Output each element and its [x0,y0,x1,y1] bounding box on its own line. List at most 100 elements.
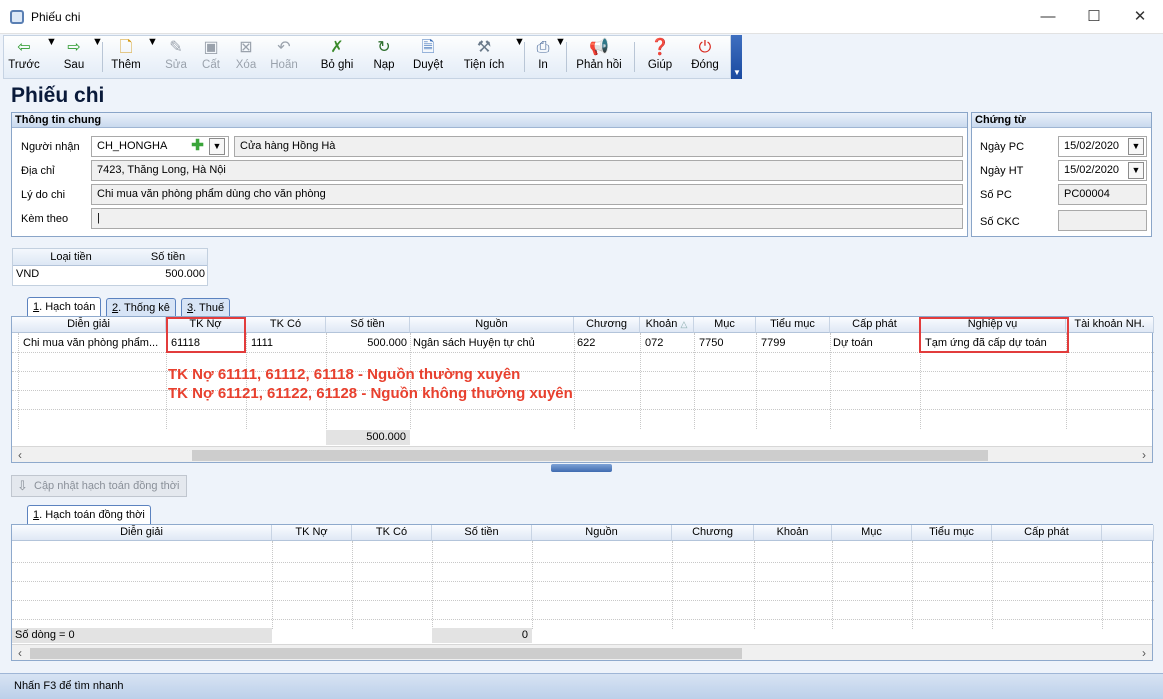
undo-button[interactable]: ↶ Hoãn [266,36,302,78]
col-credit-account[interactable]: TK Có [246,317,326,333]
currency-type-cell[interactable]: VND [16,266,126,282]
reason-field[interactable]: Chi mua văn phòng phẩm dùng cho văn phòn… [91,184,963,205]
cell-amount[interactable]: 500.000 [328,334,410,352]
feedback-button[interactable]: 📢 Phản hồi [574,36,624,78]
prev-dropdown-icon[interactable]: ▼ [46,36,57,78]
cell-description[interactable]: Chi mua văn phòng phẩm... [20,334,166,352]
floppy-icon: ▣ [203,39,219,56]
load-button[interactable]: ↻ Nạp [368,36,400,78]
col-credit-account[interactable]: TK Có [352,525,432,541]
ckc-no-field[interactable] [1058,210,1147,231]
undo-icon: ↶ [277,39,291,56]
general-info-panel: Thông tin chung Người nhận CH_HONGHA ✚ ▼… [11,112,968,237]
arrow-down-icon: ⇩ [17,478,28,493]
cell-section[interactable]: 7750 [696,334,756,352]
col-allocation[interactable]: Cấp phát [830,317,920,333]
tab-concurrent-accounting[interactable]: 1. Hạch toán đồng thời [27,505,151,525]
recipient-name-field[interactable]: Cửa hàng Hồng Hà [234,136,963,157]
scroll-left-icon[interactable]: ‹ [12,447,28,463]
col-description[interactable]: Diễn giải [12,525,272,541]
print-dropdown-icon[interactable]: ▼ [555,36,566,78]
cell-allocation[interactable]: Dự toán [830,334,920,352]
col-source[interactable]: Nguồn [532,525,672,541]
col-source[interactable]: Nguồn [410,317,574,333]
chevron-down-icon: ▼ [1131,165,1141,175]
minimize-button[interactable]: — [1025,0,1071,34]
col-item[interactable]: Khoản [754,525,832,541]
address-field[interactable]: 7423, Thăng Long, Hà Nội [91,160,963,181]
add-button[interactable]: 🗋 Thêm [108,36,144,78]
add-recipient-button[interactable]: ✚ [189,138,206,155]
col-section[interactable]: Mục [832,525,912,541]
annotation-line-1: TK Nợ 61111, 61112, 61118 - Nguồn thường… [168,366,521,383]
col-subsection[interactable]: Tiểu mục [756,317,830,333]
col-chapter[interactable]: Chương [672,525,754,541]
edit-document-icon: ✎ [169,39,183,56]
window-title: Phiếu chi [31,10,81,24]
approve-button[interactable]: 🗎 Duyệt [408,36,448,78]
tab-tax[interactable]: 3. Thuế [181,298,231,317]
col-description[interactable]: Diễn giải [12,317,166,333]
close-button[interactable]: ⏻ Đóng [688,36,722,78]
concurrent-hscrollbar[interactable]: ‹ › [12,644,1152,660]
edit-button[interactable]: ✎ Sửa [160,36,192,78]
sort-icon: △ [680,319,688,329]
ht-date-dropdown-button[interactable]: ▼ [1128,162,1144,179]
scroll-left-icon[interactable]: ‹ [12,645,28,661]
chevron-down-icon: ▼ [1131,141,1141,151]
col-extra[interactable] [1102,525,1154,541]
operation-highlight [919,317,1069,353]
unpost-button[interactable]: ✗ Bỏ ghi [316,36,358,78]
print-button[interactable]: ⎙ In [528,36,558,78]
accounting-grid: Diễn giải TK Nợ TK Có Số tiền Nguồn Chươ… [11,316,1154,463]
close-window-button[interactable]: ✕ [1117,0,1163,34]
cell-bank-account[interactable] [1068,334,1154,352]
col-item[interactable]: Khoản △ [640,317,694,333]
utilities-button[interactable]: ⚒ Tiện ích [456,36,512,78]
col-section[interactable]: Mục [694,317,756,333]
col-amount[interactable]: Số tiền [432,525,532,541]
col-bank-account[interactable]: Tài khoản NH. [1066,317,1154,333]
currency-amount-cell[interactable]: 500.000 [131,266,205,282]
save-button[interactable]: ▣ Cất [196,36,226,78]
scroll-right-icon[interactable]: › [1136,447,1152,463]
cell-credit-account[interactable]: 1111 [248,334,324,352]
general-info-header: Thông tin chung [12,113,967,128]
cell-item[interactable]: 072 [642,334,694,352]
pc-date-dropdown-button[interactable]: ▼ [1128,138,1144,155]
accounting-hscrollbar[interactable]: ‹ › [12,446,1152,462]
col-debit-account[interactable]: TK Nợ [272,525,352,541]
pc-no-field[interactable]: PC00004 [1058,184,1147,205]
help-button[interactable]: ❓ Giúp [644,36,676,78]
maximize-button[interactable]: ☐ [1071,0,1117,34]
next-button[interactable]: ⇨ Sau [58,36,90,78]
document-icon: 🗎 [421,39,435,56]
prev-button[interactable]: ⇦ Trước [8,36,40,78]
col-subsection[interactable]: Tiểu mục [912,525,992,541]
printer-icon: ⎙ [536,39,550,56]
page-title: Phiếu chi [11,84,105,107]
concurrent-total-amount: 0 [432,628,532,643]
col-allocation[interactable]: Cấp phát [992,525,1102,541]
scroll-right-icon[interactable]: › [1136,645,1152,661]
delete-document-icon: ⊠ [239,39,253,56]
recipient-dropdown-button[interactable]: ▼ [209,138,225,155]
delete-button[interactable]: ⊠ Xóa [231,36,261,78]
cell-subsection[interactable]: 7799 [758,334,830,352]
add-dropdown-icon[interactable]: ▼ [147,36,158,78]
cell-source[interactable]: Ngân sách Huyện tự chủ [410,334,572,352]
tab-accounting[interactable]: 1. Hạch toán [27,297,102,317]
cell-chapter[interactable]: 622 [574,334,638,352]
toolbar-overflow-button[interactable]: ▼ [731,35,742,79]
splitter-handle[interactable] [551,464,612,472]
toolbar: ⇦ Trước ▼ ⇨ Sau ▼ 🗋 Thêm ▼ ✎ Sửa ▣ Cất ⊠… [3,35,731,79]
scroll-thumb[interactable] [192,450,988,461]
grid-total-amount: 500.000 [326,430,410,445]
megaphone-icon: 📢 [589,39,609,56]
update-concurrent-button[interactable]: ⇩ Cập nhật hạch toán đồng thời [11,475,187,497]
col-chapter[interactable]: Chương [574,317,640,333]
tab-statistics[interactable]: 2. Thống kê [106,298,176,317]
scroll-thumb[interactable] [30,648,742,659]
col-amount[interactable]: Số tiền [326,317,410,333]
attach-field[interactable]: | [91,208,963,229]
